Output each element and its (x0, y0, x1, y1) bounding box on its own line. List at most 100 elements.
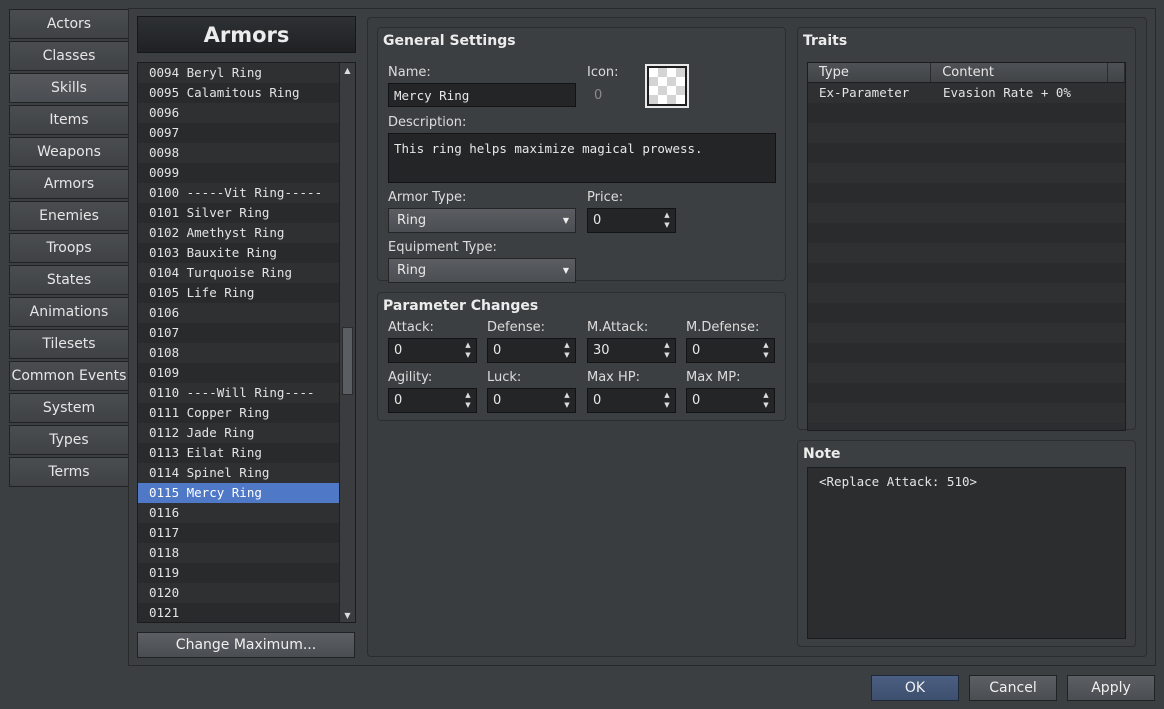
equipment-type-select[interactable]: Ring ▼ (388, 258, 576, 283)
spin-arrows-icon[interactable]: ▲ ▼ (761, 391, 771, 410)
spin-arrows-icon[interactable]: ▲ ▼ (662, 341, 672, 360)
list-item[interactable]: 0097 (138, 123, 340, 143)
table-row[interactable] (808, 143, 1125, 163)
table-row[interactable] (808, 383, 1125, 403)
nav-items-button[interactable]: Items (9, 105, 129, 135)
max-hp-spinbox[interactable]: 0 ▲ ▼ (587, 388, 676, 413)
agility-spinbox[interactable]: 0 ▲ ▼ (388, 388, 477, 413)
list-item[interactable]: 0108 (138, 343, 340, 363)
list-scrollbar[interactable]: ▲ ▼ (339, 63, 355, 622)
armor-type-select[interactable]: Ring ▼ (388, 208, 576, 233)
list-item[interactable]: 0096 (138, 103, 340, 123)
trait-type-cell (808, 303, 932, 323)
table-row[interactable] (808, 403, 1125, 423)
spin-arrows-icon[interactable]: ▲ ▼ (761, 341, 771, 360)
table-row[interactable] (808, 263, 1125, 283)
m-attack-spinbox[interactable]: 30 ▲ ▼ (587, 338, 676, 363)
traits-col-content[interactable]: Content (931, 63, 1109, 82)
list-item[interactable]: 0118 (138, 543, 340, 563)
list-item[interactable]: 0107 (138, 323, 340, 343)
nav-system-button[interactable]: System (9, 393, 129, 423)
luck-value: 0 (493, 393, 502, 408)
list-item[interactable]: 0119 (138, 563, 340, 583)
nav-terms-button[interactable]: Terms (9, 457, 129, 487)
nav-tilesets-button[interactable]: Tilesets (9, 329, 129, 359)
list-item[interactable]: 0120 (138, 583, 340, 603)
spin-arrows-icon[interactable]: ▲ ▼ (463, 391, 473, 410)
scroll-up-icon[interactable]: ▲ (340, 63, 355, 77)
trait-type-cell (808, 103, 932, 123)
table-row[interactable] (808, 283, 1125, 303)
nav-armors-button[interactable]: Armors (9, 169, 129, 199)
nav-troops-button[interactable]: Troops (9, 233, 129, 263)
list-item[interactable]: 0100 -----Vit Ring----- (138, 183, 340, 203)
price-spinbox[interactable]: 0 ▲ ▼ (587, 208, 676, 233)
nav-animations-button[interactable]: Animations (9, 297, 129, 327)
m-defense-spinbox[interactable]: 0 ▲ ▼ (686, 338, 775, 363)
list-item[interactable]: 0104 Turquoise Ring (138, 263, 340, 283)
nav-skills-button[interactable]: Skills (9, 73, 129, 103)
list-item[interactable]: 0113 Eilat Ring (138, 443, 340, 463)
description-field[interactable]: This ring helps maximize magical prowess… (388, 133, 776, 183)
list-item[interactable]: 0105 Life Ring (138, 283, 340, 303)
nav-states-button[interactable]: States (9, 265, 129, 295)
list-item[interactable]: 0115 Mercy Ring (138, 483, 340, 503)
table-row[interactable] (808, 363, 1125, 383)
nav-common-events-button[interactable]: Common Events (9, 361, 129, 391)
icon-picker[interactable] (645, 64, 689, 108)
list-item[interactable]: 0121 (138, 603, 340, 622)
table-row[interactable] (808, 303, 1125, 323)
list-item[interactable]: 0099 (138, 163, 340, 183)
nav-weapons-button[interactable]: Weapons (9, 137, 129, 167)
table-row[interactable] (808, 103, 1125, 123)
list-item[interactable]: 0112 Jade Ring (138, 423, 340, 443)
change-maximum-button[interactable]: Change Maximum... (137, 632, 355, 658)
list-item[interactable]: 0103 Bauxite Ring (138, 243, 340, 263)
defense-spinbox[interactable]: 0 ▲ ▼ (487, 338, 576, 363)
table-row[interactable] (808, 223, 1125, 243)
list-item[interactable]: 0109 (138, 363, 340, 383)
table-row[interactable] (808, 163, 1125, 183)
list-item[interactable]: 0095 Calamitous Ring (138, 83, 340, 103)
list-item[interactable]: 0110 ----Will Ring---- (138, 383, 340, 403)
traits-table[interactable]: Type Content Ex-Parameter Evasion Rate + … (807, 62, 1126, 431)
table-row[interactable] (808, 123, 1125, 143)
spin-arrows-icon[interactable]: ▲ ▼ (562, 341, 572, 360)
table-row[interactable] (808, 243, 1125, 263)
list-item[interactable]: 0098 (138, 143, 340, 163)
list-item[interactable]: 0094 Beryl Ring (138, 63, 340, 83)
table-row[interactable] (808, 323, 1125, 343)
list-item[interactable]: 0114 Spinel Ring (138, 463, 340, 483)
table-row[interactable] (808, 183, 1125, 203)
spin-arrows-icon[interactable]: ▲ ▼ (662, 211, 672, 230)
table-row[interactable] (808, 203, 1125, 223)
nav-classes-button[interactable]: Classes (9, 41, 129, 71)
scroll-down-icon[interactable]: ▼ (340, 608, 355, 622)
name-field[interactable]: Mercy Ring (388, 83, 576, 107)
trait-type-cell: Ex-Parameter (819, 85, 910, 100)
spin-arrows-icon[interactable]: ▲ ▼ (463, 341, 473, 360)
nav-types-button[interactable]: Types (9, 425, 129, 455)
table-row[interactable] (808, 343, 1125, 363)
attack-spinbox[interactable]: 0 ▲ ▼ (388, 338, 477, 363)
apply-button[interactable]: Apply (1067, 675, 1155, 701)
nav-enemies-button[interactable]: Enemies (9, 201, 129, 231)
nav-actors-button[interactable]: Actors (9, 9, 129, 39)
max-mp-spinbox[interactable]: 0 ▲ ▼ (686, 388, 775, 413)
list-item[interactable]: 0116 (138, 503, 340, 523)
list-item[interactable]: 0111 Copper Ring (138, 403, 340, 423)
spin-arrows-icon[interactable]: ▲ ▼ (662, 391, 672, 410)
note-field[interactable]: <Replace Attack: 510> (807, 467, 1126, 639)
table-row[interactable]: Ex-Parameter Evasion Rate + 0% (808, 83, 1125, 103)
list-item[interactable]: 0102 Amethyst Ring (138, 223, 340, 243)
traits-col-type[interactable]: Type (808, 63, 932, 82)
spin-arrows-icon[interactable]: ▲ ▼ (562, 391, 572, 410)
list-item[interactable]: 0106 (138, 303, 340, 323)
scroll-thumb[interactable] (342, 327, 353, 395)
cancel-button[interactable]: Cancel (969, 675, 1057, 701)
ok-button[interactable]: OK (871, 675, 959, 701)
list-item[interactable]: 0117 (138, 523, 340, 543)
luck-spinbox[interactable]: 0 ▲ ▼ (487, 388, 576, 413)
list-item[interactable]: 0101 Silver Ring (138, 203, 340, 223)
armor-list[interactable]: 0094 Beryl Ring 0095 Calamitous Ring 0096 0… (137, 62, 356, 623)
